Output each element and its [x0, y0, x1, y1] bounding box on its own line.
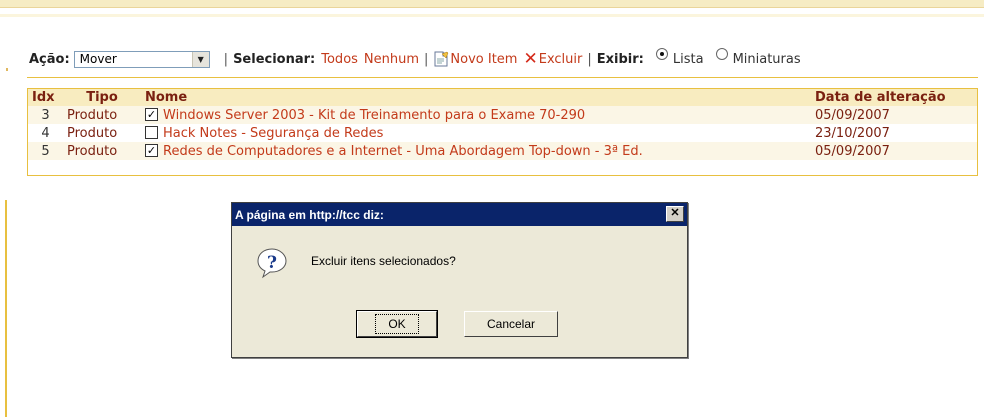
- table-row: 5 Produto ✓ Redes de Computadores e a Int…: [28, 142, 977, 160]
- select-none-link[interactable]: Nenhum: [364, 52, 419, 67]
- new-item-button[interactable]: Novo Item: [433, 51, 517, 67]
- action-toolbar: Ação: Mover ▼ | Selecionar: Todos Nenhum…: [29, 48, 801, 69]
- acao-label: Ação:: [29, 51, 70, 67]
- selecionar-label: Selecionar:: [233, 51, 316, 67]
- close-icon[interactable]: ✕: [666, 206, 684, 222]
- cancel-label: Cancelar: [486, 317, 536, 331]
- item-name-link[interactable]: Windows Server 2003 - Kit de Treinamento…: [163, 108, 585, 123]
- new-document-icon: [434, 51, 449, 67]
- confirm-dialog: A página em http://tcc diz: ✕ ? Excluir …: [231, 202, 688, 358]
- dialog-titlebar[interactable]: A página em http://tcc diz: ✕: [232, 203, 687, 226]
- cell-tipo: Produto: [67, 125, 118, 141]
- cell-nome: Hack Notes - Segurança de Redes: [141, 124, 811, 142]
- table-row: 4 Produto Hack Notes - Segurança de Rede…: [28, 124, 977, 142]
- radio-list[interactable]: [655, 48, 668, 60]
- separator: |: [587, 51, 592, 67]
- cell-idx: 5: [28, 142, 63, 160]
- left-rule: [5, 200, 7, 417]
- cell-idx: 3: [28, 106, 63, 124]
- delete-label: Excluir: [538, 51, 583, 67]
- view-thumbnails-option[interactable]: Miniaturas: [715, 48, 801, 67]
- select-all-link[interactable]: Todos: [321, 52, 358, 67]
- cell-tipo: Produto: [63, 142, 141, 160]
- table-header: Idx Tipo Nome Data de alteração: [28, 89, 977, 106]
- items-table: Idx Tipo Nome Data de alteração 3 Produt…: [27, 88, 978, 176]
- row-checkbox[interactable]: [145, 125, 158, 139]
- col-nome[interactable]: Nome: [141, 89, 811, 106]
- col-idx[interactable]: Idx: [28, 89, 63, 106]
- left-marker: [6, 68, 8, 71]
- exibir-label: Exibir:: [596, 51, 644, 67]
- cell-nome: ✓ Windows Server 2003 - Kit de Treinament…: [141, 106, 811, 124]
- acao-select-value: Mover: [79, 52, 117, 66]
- cell-tipo: Produto: [63, 106, 141, 124]
- separator: |: [424, 51, 429, 67]
- col-data[interactable]: Data de alteração: [811, 89, 977, 106]
- cell-data: 23/10/2007: [815, 125, 890, 141]
- delete-button[interactable]: ✕ Excluir: [523, 48, 583, 69]
- item-name-link[interactable]: Redes de Computadores e a Internet - Uma…: [163, 144, 643, 159]
- view-list-label: Lista: [672, 52, 704, 67]
- svg-text:?: ?: [267, 253, 277, 273]
- dialog-message: Excluir itens selecionados?: [311, 254, 456, 268]
- cell-data: 05/09/2007: [811, 106, 977, 124]
- table-row: 3 Produto ✓ Windows Server 2003 - Kit de …: [28, 106, 977, 124]
- cell-nome: ✓ Redes de Computadores e a Internet - Um…: [141, 142, 811, 160]
- view-thumbnails-label: Miniaturas: [732, 52, 801, 67]
- item-name-link[interactable]: Hack Notes - Segurança de Redes: [163, 126, 383, 141]
- cell-data: 05/09/2007: [811, 142, 977, 160]
- delete-x-icon: ✕: [523, 48, 538, 69]
- toolbar-divider: [27, 77, 978, 78]
- row-checkbox[interactable]: ✓: [145, 107, 158, 121]
- acao-select[interactable]: Mover ▼: [73, 50, 210, 68]
- new-item-label: Novo Item: [450, 51, 518, 67]
- col-tipo[interactable]: Tipo: [63, 89, 141, 106]
- cell-idx: 4: [41, 125, 50, 141]
- dialog-title: A página em http://tcc diz:: [235, 207, 384, 222]
- view-list-option[interactable]: Lista: [655, 48, 704, 67]
- top-bar-secondary: [0, 14, 984, 17]
- question-icon: ?: [257, 248, 287, 279]
- ok-button[interactable]: OK: [356, 310, 438, 338]
- ok-label: OK: [375, 314, 419, 334]
- row-checkbox[interactable]: ✓: [145, 143, 158, 157]
- top-bar: [0, 0, 984, 8]
- chevron-down-icon[interactable]: ▼: [191, 51, 209, 67]
- radio-thumbnails[interactable]: [715, 48, 728, 60]
- separator: |: [223, 51, 229, 67]
- cancel-button[interactable]: Cancelar: [464, 311, 558, 337]
